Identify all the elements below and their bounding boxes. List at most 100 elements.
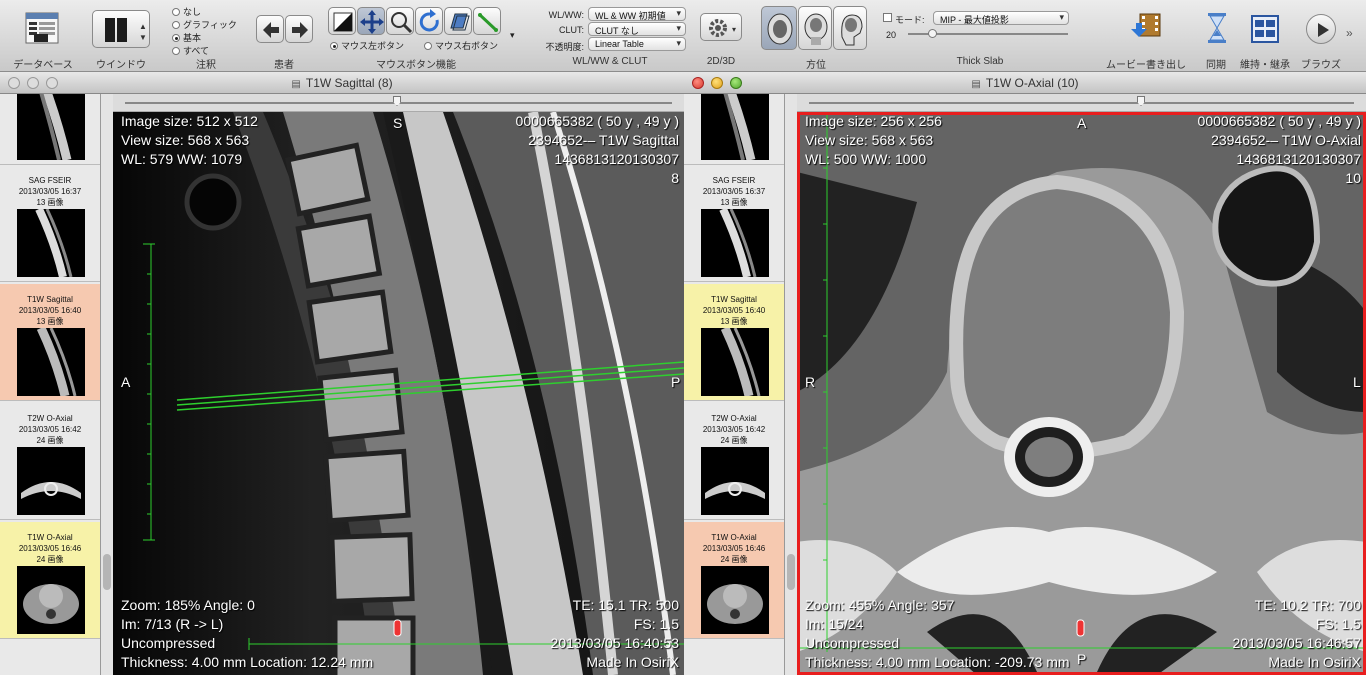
window-label: ウインドウ <box>96 60 146 71</box>
title-bar[interactable]: ▤ T1W Sagittal (8) <box>0 72 684 94</box>
viewer-window-right: ▤ T1W O-Axial (10) SAG FSEIR 2013/03/05 1… <box>684 72 1366 675</box>
overlay-uid: 1436813120130307 <box>1236 151 1361 167</box>
series-item-t1w-o-axial[interactable]: T1W O-Axial 2013/03/05 16:46 24 画像 <box>684 522 784 639</box>
thick-slab-mode-popup[interactable]: MIP - 最大値投影 <box>933 11 1069 25</box>
document-icon: ▤ <box>971 79 981 90</box>
window-title: ▤ T1W O-Axial (10) <box>971 76 1079 90</box>
series-strip-scrollbar[interactable] <box>785 94 797 675</box>
series-strip: SAG FSEIR 2013/03/05 16:37 13 画像 T1W Sag… <box>684 94 785 675</box>
database-label: データベース <box>13 60 73 71</box>
series-item-t1w-sagittal[interactable]: T1W Sagittal 2013/03/05 16:40 13 画像 <box>684 284 784 401</box>
slider-knob[interactable] <box>1137 96 1145 106</box>
series-thumbnail <box>701 94 769 160</box>
series-item-t2w-o-axial[interactable]: T2W O-Axial 2013/03/05 16:42 24 画像 <box>684 403 784 520</box>
orientation-marker-bottom: P <box>1077 651 1087 667</box>
hourglass-icon <box>1208 13 1226 43</box>
play-icon <box>1318 23 1329 37</box>
rotate-tool-button[interactable] <box>415 7 443 35</box>
measure-tool-button[interactable] <box>473 7 501 35</box>
annotation-option-graphic[interactable]: グラフィック <box>172 18 237 31</box>
tile-windows-icon <box>1251 15 1279 43</box>
annotation-options: なし グラフィック 基本 すべて <box>172 5 237 57</box>
previous-patient-button[interactable] <box>256 15 284 43</box>
overlay-made-in: Made In OsiriX <box>1268 654 1361 670</box>
svg-text:▼: ▼ <box>139 33 147 42</box>
overlay-compression: Uncompressed <box>805 635 900 651</box>
tile-windows-button[interactable] <box>1250 14 1280 44</box>
image-view-axial[interactable]: Image size: 256 x 256 View size: 568 x 5… <box>797 112 1366 675</box>
overlay-thickness-location: Thickness: 4.00 mm Location: 12.24 mm <box>121 654 374 670</box>
head-coronal-icon <box>804 13 828 45</box>
series-item-t1w-o-axial[interactable]: T1W O-Axial 2013/03/05 16:46 24 画像 <box>0 522 100 639</box>
series-item-t2w-o-axial[interactable]: T2W O-Axial 2013/03/05 16:42 24 画像 <box>0 403 100 520</box>
sagittal-mri-image <box>113 112 684 675</box>
series-item-partial[interactable] <box>684 94 784 165</box>
radio-icon <box>172 8 180 16</box>
radio-selected-icon <box>330 42 338 50</box>
overlay-patient-id: 0000665382 ( 50 y , 49 y ) <box>515 113 679 129</box>
radio-icon <box>172 21 180 29</box>
mouse-left-option[interactable]: マウス左ボタン <box>330 39 404 52</box>
move-icon <box>360 10 384 34</box>
overlay-image-size: Image size: 256 x 256 <box>805 113 942 129</box>
orientation-axial-button[interactable] <box>761 6 797 50</box>
scroll-tool-button[interactable] <box>444 7 472 35</box>
image-slider[interactable] <box>113 94 684 112</box>
thick-slab-slider-knob[interactable] <box>928 29 937 38</box>
overlay-zoom: Zoom: 185% Angle: 0 <box>121 597 255 613</box>
toolbar-overflow-icon[interactable]: » <box>1346 26 1353 40</box>
wlww-popup[interactable]: WL & WW 初期値 <box>588 7 686 21</box>
head-axial-icon <box>767 13 793 45</box>
overlay-image-index: Im: 15/24 <box>805 616 864 632</box>
next-patient-button[interactable] <box>285 15 313 43</box>
series-thumbnail-image <box>23 584 79 624</box>
series-thumbnail <box>701 566 769 634</box>
image-slider[interactable] <box>797 94 1366 112</box>
series-item-sag-fseir[interactable]: SAG FSEIR 2013/03/05 16:37 13 画像 <box>684 165 784 282</box>
zoom-tool-button[interactable] <box>386 7 414 35</box>
overlay-image-index: Im: 7/13 (R -> L) <box>121 616 224 632</box>
orientation-coronal-button[interactable] <box>798 6 832 50</box>
overlay-uid: 1436813120130307 <box>554 151 679 167</box>
viewer-window-left: ▤ T1W Sagittal (8) SAG FSEIR 2013/03/05 1… <box>0 72 684 675</box>
overlay-series-number: 10 <box>1345 170 1361 186</box>
wlww-label: WL/WW: <box>548 10 584 20</box>
series-item-t1w-sagittal[interactable]: T1W Sagittal 2013/03/05 16:40 13 画像 <box>0 284 100 401</box>
browse-button[interactable] <box>1306 14 1336 44</box>
sync-button[interactable] <box>1204 10 1230 46</box>
thick-slab-mode-checkbox[interactable] <box>883 13 892 22</box>
series-thumbnail <box>701 209 769 277</box>
view-2d3d-label: 2D/3D <box>706 56 736 67</box>
movie-export-button[interactable] <box>1128 10 1162 46</box>
mouse-tools-more-icon[interactable]: ▾ <box>510 30 515 41</box>
wlww-tool-button[interactable] <box>328 7 356 35</box>
image-view-sagittal[interactable]: Image size: 512 x 512 View size: 568 x 5… <box>113 112 684 675</box>
thick-slab-slider[interactable] <box>908 29 1068 38</box>
opacity-popup[interactable]: Linear Table <box>588 37 686 51</box>
series-thumbnail-image <box>720 328 761 396</box>
pan-tool-button[interactable] <box>357 7 385 35</box>
series-thumbnail <box>17 447 85 515</box>
series-thumbnail <box>701 328 769 396</box>
orientation-sagittal-button[interactable] <box>833 6 867 50</box>
thick-slab-value: 20 <box>886 30 897 40</box>
annotation-option-none[interactable]: なし <box>172 5 237 18</box>
window-layout-button[interactable]: ▲ ▼ <box>92 10 150 48</box>
series-item-partial[interactable] <box>0 94 100 165</box>
series-thumbnail-image <box>21 482 81 499</box>
mouse-right-option[interactable]: マウス右ボタン <box>424 39 498 52</box>
scrollbar-knob[interactable] <box>787 554 795 590</box>
annotation-option-basic[interactable]: 基本 <box>172 31 237 44</box>
overlay-image-size: Image size: 512 x 512 <box>121 113 258 129</box>
scrollbar-knob[interactable] <box>103 554 111 590</box>
clut-popup[interactable]: CLUT なし <box>588 22 686 36</box>
orientation-label: 方位 <box>806 60 826 71</box>
series-strip-scrollbar[interactable] <box>101 94 113 675</box>
database-button[interactable] <box>24 10 60 46</box>
title-bar[interactable]: ▤ T1W O-Axial (10) <box>684 72 1366 94</box>
document-icon: ▤ <box>291 79 301 90</box>
slider-knob[interactable] <box>393 96 401 106</box>
orientation-marker-right: P <box>671 374 681 390</box>
view-2d3d-button[interactable]: ▾ <box>700 13 742 41</box>
series-item-sag-fseir[interactable]: SAG FSEIR 2013/03/05 16:37 13 画像 <box>0 165 100 282</box>
